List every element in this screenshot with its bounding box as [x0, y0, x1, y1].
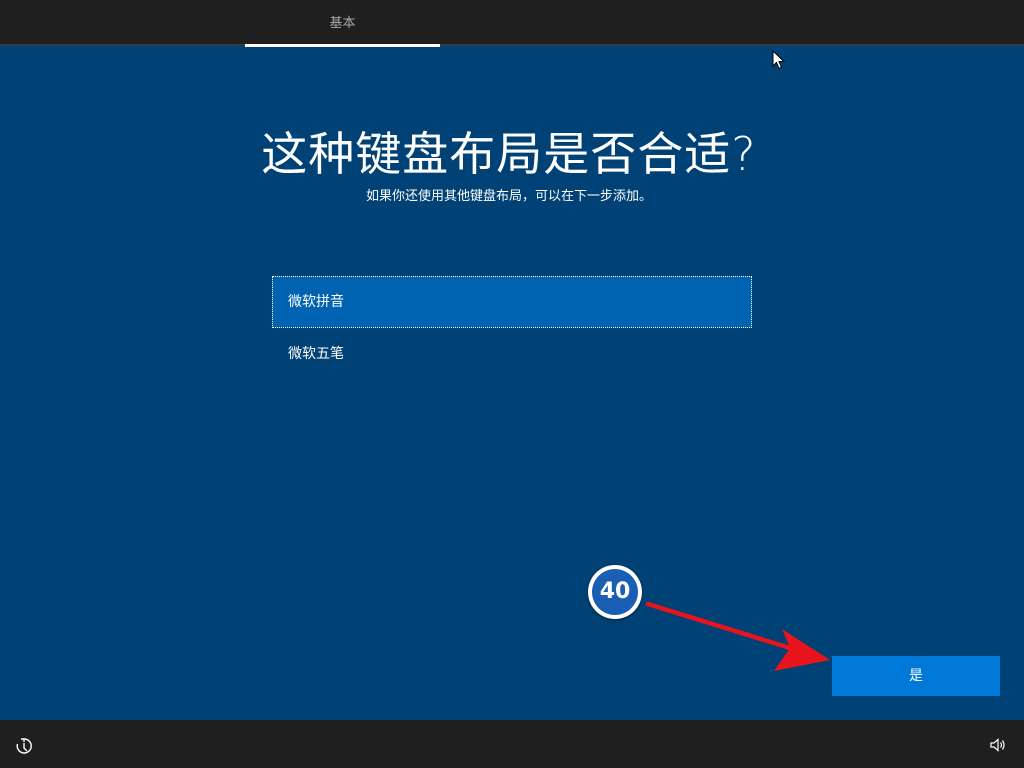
- step-number: 40: [592, 569, 638, 615]
- mouse-cursor-icon: [772, 50, 786, 70]
- annotation-arrow: [645, 601, 830, 671]
- oobe-screen: 基本 这种键盘布局是否合适? 如果你还使用其他键盘布局，可以在下一步添加。 微软…: [0, 0, 1024, 768]
- step-badge: 40: [588, 565, 642, 619]
- tab-active-indicator: [245, 44, 440, 47]
- tab-basics[interactable]: 基本: [245, 0, 440, 46]
- yes-button[interactable]: 是: [832, 656, 1000, 696]
- ease-of-access-icon[interactable]: [14, 736, 34, 756]
- volume-icon[interactable]: [989, 736, 1007, 754]
- list-item-microsoft-wubi[interactable]: 微软五笔: [272, 328, 752, 380]
- top-bar: 基本: [0, 0, 1024, 47]
- page-subtitle: 如果你还使用其他键盘布局，可以在下一步添加。: [365, 189, 652, 204]
- list-item-microsoft-pinyin[interactable]: 微软拼音: [272, 276, 752, 328]
- page-title: 这种键盘布局是否合适?: [261, 127, 757, 181]
- bottom-bar: [0, 720, 1024, 768]
- keyboard-layout-list: 微软拼音 微软五笔: [272, 276, 752, 380]
